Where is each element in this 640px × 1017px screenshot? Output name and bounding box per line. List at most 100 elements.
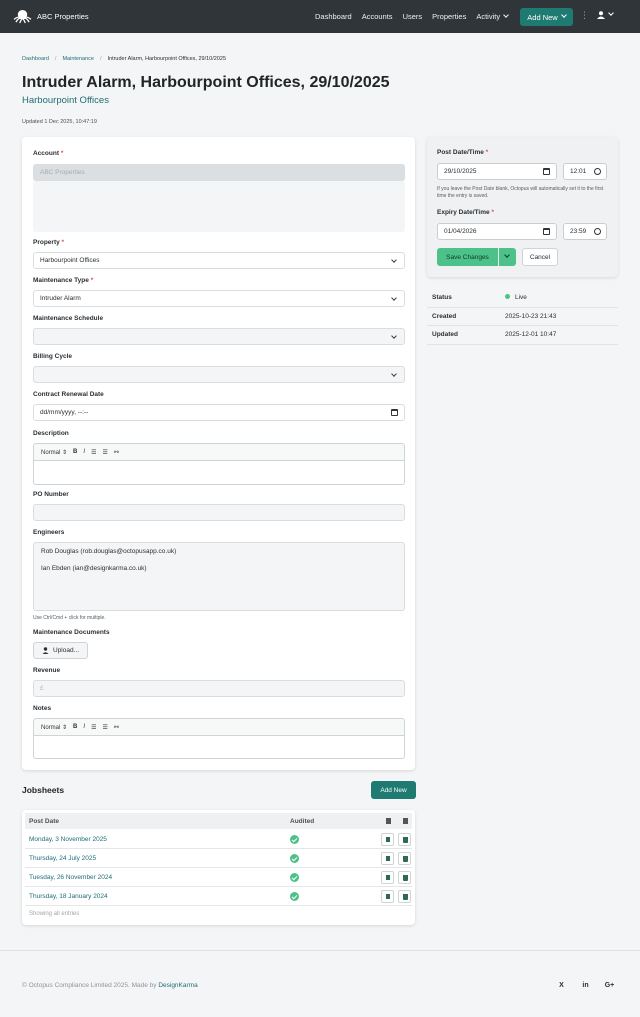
publish-card: Post Date/Time * 29/10/2025 12:01 If you… [427,137,618,277]
engineers-multiselect[interactable]: Rob Douglas (rob.douglas@octopusapp.co.u… [33,542,405,611]
add-new-menu-button[interactable]: Add New [520,8,573,26]
engineers-help-text: Use Ctrl/Cmd + click for multiple. [33,615,106,621]
nav-activity[interactable]: Activity [476,12,509,21]
chevron-down-icon [391,257,397,263]
contract-renewal-label: Contract Renewal Date [33,391,104,398]
view-document-button[interactable] [381,890,394,903]
clock-icon[interactable] [594,168,601,175]
footer-divider [0,950,640,951]
expiry-time-input[interactable]: 23:59 [563,223,607,240]
google-plus-icon[interactable]: G+ [601,977,618,994]
bullet-list-icon[interactable]: ☰ [102,449,107,456]
billing-cycle-label: Billing Cycle [33,353,73,360]
required-mark: * [90,277,94,284]
required-mark: * [60,150,64,157]
calendar-icon[interactable] [391,409,398,416]
format-select[interactable]: Normal ⇕ [41,724,67,731]
jobsheet-date-link[interactable]: Thursday, 24 July 2025 [29,855,96,862]
billing-cycle-select[interactable] [33,366,405,383]
save-options-dropdown[interactable] [499,248,516,266]
description-editor[interactable] [33,461,405,485]
view-document-button[interactable] [381,871,394,884]
nav-properties[interactable]: Properties [432,12,466,21]
add-jobsheet-button[interactable]: Add New [371,781,416,799]
user-menu[interactable] [597,10,614,19]
status-value: Live [505,294,527,301]
nav-dashboard[interactable]: Dashboard [315,12,352,21]
col-post-date[interactable]: Post Date [29,818,59,825]
jobsheet-date-link[interactable]: Thursday, 18 January 2024 [29,893,108,900]
chevron-down-icon [391,295,397,301]
post-time-input[interactable]: 12:01 [563,163,607,180]
linkedin-icon[interactable]: in [577,977,594,994]
meta-updated-row: Updated 2025-12-01 10:47 [427,326,618,345]
col-audited[interactable]: Audited [290,818,314,825]
save-changes-button[interactable]: Save Changes [437,248,498,266]
chevron-down-icon [503,12,509,18]
expiry-date-value: 01/04/2026 [444,228,477,235]
brand[interactable]: ABC Properties [13,9,89,24]
property-value: Harbourpoint Offices [40,257,100,264]
delete-button[interactable] [398,852,411,865]
maintenance-type-select[interactable]: Intruder Alarm [33,290,405,307]
table-row[interactable]: Thursday, 18 January 2024 [25,887,412,906]
revenue-input[interactable]: £ [33,680,405,697]
post-date-input[interactable]: 29/10/2025 [437,163,557,180]
format-select[interactable]: Normal ⇕ [41,449,67,456]
nav-accounts[interactable]: Accounts [362,12,393,21]
delete-button[interactable] [398,890,411,903]
clock-icon[interactable] [594,228,601,235]
delete-button[interactable] [398,833,411,846]
page-subtitle-property[interactable]: Harbourpoint Offices [22,95,109,106]
audited-check-icon [290,835,299,844]
breadcrumb-separator: / [99,56,102,62]
property-select[interactable]: Harbourpoint Offices [33,252,405,269]
engineer-option[interactable]: Ian Ebden (ian@designkarma.co.uk) [41,565,147,572]
meta-created-row: Created 2025-10-23 21:43 [427,308,618,326]
link-icon[interactable]: ⚯ [114,724,119,731]
updated-label: Updated [432,331,458,338]
property-label: Property * [33,239,64,246]
x-twitter-icon[interactable]: X [553,977,570,994]
footer-copyright: © Octopus Compliance Limited 2025. Made … [22,982,198,989]
table-row[interactable]: Monday, 3 November 2025 [25,830,412,849]
contract-renewal-input[interactable]: dd/mm/yyyy, --:-- [33,404,405,421]
italic-icon[interactable]: I [83,724,85,730]
updated-timestamp: Updated 1 Dec 2025, 10:47:19 [22,119,97,125]
maintenance-schedule-select[interactable] [33,328,405,345]
view-document-button[interactable] [381,852,394,865]
link-icon[interactable]: ⚯ [114,449,119,456]
jobsheet-date-link[interactable]: Tuesday, 26 November 2024 [29,874,112,881]
upload-label: Upload... [52,647,80,654]
calendar-icon[interactable] [543,228,550,235]
more-vertical-icon[interactable]: ⋮ [580,11,589,20]
breadcrumb-dashboard[interactable]: Dashboard [22,56,49,62]
notes-editor[interactable] [33,736,405,759]
ordered-list-icon[interactable]: ☰ [91,724,96,731]
bullet-list-icon[interactable]: ☰ [102,724,107,731]
trash-icon [402,875,408,881]
engineer-option[interactable]: Rob Douglas (rob.douglas@octopusapp.co.u… [41,548,176,555]
nav-users[interactable]: Users [403,12,423,21]
designkarma-link[interactable]: DesignKarma [158,982,197,989]
maintenance-type-value: Intruder Alarm [40,295,81,302]
upload-button[interactable]: Upload... [33,642,88,659]
delete-button[interactable] [398,871,411,884]
italic-icon[interactable]: I [83,449,85,455]
calendar-icon[interactable] [543,168,550,175]
cancel-button[interactable]: Cancel [522,248,558,266]
table-row[interactable]: Thursday, 24 July 2025 [25,849,412,868]
jobsheets-table: Post Date Audited Monday, 3 November 202… [22,810,415,925]
expiry-date-input[interactable]: 01/04/2026 [437,223,557,240]
table-row[interactable]: Tuesday, 26 November 2024 [25,868,412,887]
po-number-input[interactable] [33,504,405,521]
trash-icon [402,894,408,900]
jobsheet-date-link[interactable]: Monday, 3 November 2025 [29,836,107,843]
ordered-list-icon[interactable]: ☰ [91,449,96,456]
add-new-label: Add New [527,12,558,22]
bold-icon[interactable]: B [73,449,77,455]
view-document-button[interactable] [381,833,394,846]
breadcrumb: Dashboard / Maintenance / Intruder Alarm… [22,56,226,62]
breadcrumb-maintenance[interactable]: Maintenance [62,56,94,62]
bold-icon[interactable]: B [73,724,77,730]
